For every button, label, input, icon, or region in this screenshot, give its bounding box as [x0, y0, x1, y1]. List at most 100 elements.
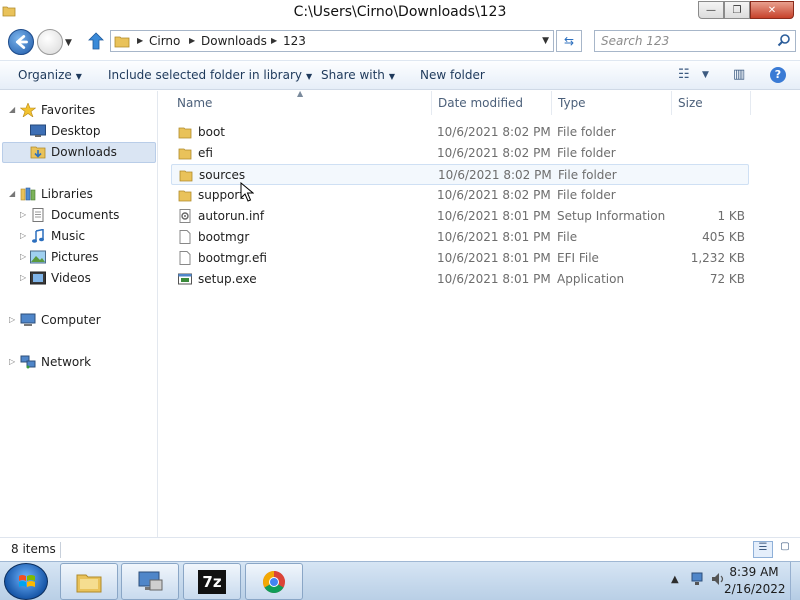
breadcrumb-separator[interactable]: ▶	[189, 36, 195, 45]
search-input[interactable]: Search 123	[594, 30, 796, 52]
column-divider[interactable]	[551, 91, 552, 115]
details-view-button[interactable]: ☰	[753, 541, 773, 558]
sidebar-item-downloads[interactable]: Downloads	[30, 142, 117, 162]
sidebar-item-music[interactable]: Music	[30, 226, 85, 246]
expand-icon[interactable]: ▷	[20, 231, 26, 240]
column-header-date[interactable]: Date modified	[438, 96, 523, 110]
new-folder-button[interactable]: New folder	[420, 68, 485, 82]
favorites-label: Favorites	[41, 103, 96, 117]
column-divider[interactable]	[431, 91, 432, 115]
navigation-pane: ◢ Favorites Desktop Downloads ◢ Librarie…	[0, 91, 158, 537]
network-tray-icon[interactable]	[690, 571, 706, 587]
column-header-size[interactable]: Size	[678, 96, 703, 110]
sidebar-item-desktop[interactable]: Desktop	[30, 121, 101, 141]
column-divider[interactable]	[671, 91, 672, 115]
file-name: bootmgr	[198, 230, 250, 244]
taskbar-explorer[interactable]	[60, 563, 118, 600]
file-date-modified: 10/6/2021 8:02 PM	[437, 125, 551, 139]
collapse-icon[interactable]: ◢	[9, 105, 15, 114]
minimize-button[interactable]: —	[698, 1, 724, 19]
sidebar-item-documents[interactable]: Documents	[30, 205, 119, 225]
column-header-name[interactable]: Name	[177, 96, 212, 110]
organize-button[interactable]: Organize ▼	[18, 68, 82, 82]
sidebar-item-computer[interactable]: Computer	[20, 310, 101, 330]
breadcrumb-cirno[interactable]: Cirno	[149, 34, 180, 48]
libraries-icon	[20, 187, 36, 201]
clock-date[interactable]: 2/16/2022	[724, 582, 786, 596]
videos-label: Videos	[51, 271, 91, 285]
maximize-button[interactable]: ❐	[724, 1, 750, 19]
address-dropdown[interactable]: ▼	[542, 36, 549, 46]
folder-icon	[178, 127, 192, 139]
show-hidden-icons[interactable]: ▲	[671, 574, 679, 585]
expand-icon[interactable]: ▷	[9, 357, 15, 366]
search-placeholder: Search 123	[601, 34, 670, 48]
breadcrumb-123[interactable]: 123	[283, 34, 306, 48]
file-row[interactable]: autorun.inf 10/6/2021 8:01 PM Setup Inform…	[171, 206, 749, 227]
start-button[interactable]	[4, 563, 48, 600]
file-row[interactable]: boot 10/6/2021 8:02 PM File folder	[171, 122, 749, 143]
taskbar-chrome[interactable]	[245, 563, 303, 600]
taskbar-7zip[interactable]: 7z	[183, 563, 241, 600]
sidebar-item-favorites[interactable]: Favorites	[20, 100, 95, 120]
file-row[interactable]: support 10/6/2021 8:02 PM File folder	[171, 185, 749, 206]
taskbar-remote-desktop[interactable]	[121, 563, 179, 600]
folder-icon	[114, 36, 130, 48]
address-bar[interactable]: ▶ Cirno ▶ Downloads ▶ 123 ▼	[110, 30, 554, 52]
forward-button[interactable]	[37, 29, 63, 55]
file-name: boot	[198, 125, 226, 139]
music-label: Music	[51, 229, 86, 243]
expand-icon[interactable]: ▷	[9, 315, 15, 324]
explorer-folder-icon	[76, 574, 102, 593]
expand-icon[interactable]: ▷	[20, 273, 26, 282]
file-date-modified: 10/6/2021 8:02 PM	[438, 168, 552, 182]
breadcrumb-downloads[interactable]: Downloads	[201, 34, 267, 48]
file-row[interactable]: setup.exe 10/6/2021 8:01 PM Application 72 …	[171, 269, 749, 290]
refresh-button[interactable]: ⇆	[556, 30, 582, 52]
up-arrow-icon[interactable]	[87, 31, 105, 51]
chevron-down-icon: ▼	[75, 72, 82, 81]
share-with-button[interactable]: Share with ▼	[321, 68, 395, 82]
recent-pages-dropdown[interactable]: ▼	[65, 38, 72, 48]
file-type: EFI File	[557, 251, 599, 265]
collapse-icon[interactable]: ◢	[9, 189, 15, 198]
breadcrumb-separator[interactable]: ▶	[137, 36, 143, 45]
expand-icon[interactable]: ▷	[20, 252, 26, 261]
folder-icon	[178, 190, 192, 202]
close-button[interactable]: ✕	[750, 1, 794, 19]
sevenzip-icon: 7z	[198, 570, 226, 594]
large-icons-view-button[interactable]: ▢	[776, 541, 794, 558]
file-row[interactable]: bootmgr.efi 10/6/2021 8:01 PM EFI File 1,23…	[171, 248, 749, 269]
sidebar-item-libraries[interactable]: Libraries	[20, 184, 93, 204]
back-arrow-icon	[15, 35, 28, 49]
clock-time[interactable]: 8:39 AM	[724, 565, 784, 579]
file-row[interactable]: efi 10/6/2021 8:02 PM File folder	[171, 143, 749, 164]
chevron-down-icon[interactable]: ▼	[702, 70, 709, 80]
include-in-library-button[interactable]: Include selected folder in library ▼	[108, 68, 312, 82]
file-date-modified: 10/6/2021 8:01 PM	[437, 251, 551, 265]
search-icon[interactable]	[777, 33, 791, 47]
file-row[interactable]: bootmgr 10/6/2021 8:01 PM File 405 KB	[171, 227, 749, 248]
sort-ascending-icon: ▲	[297, 89, 304, 98]
column-header-type[interactable]: Type	[558, 96, 586, 110]
file-row[interactable]: sources 10/6/2021 8:02 PM File folder	[171, 164, 749, 185]
file-type: File	[557, 230, 578, 244]
view-options-icon[interactable]: ☷	[678, 67, 690, 82]
sidebar-item-videos[interactable]: Videos	[30, 268, 91, 288]
show-desktop-button[interactable]	[790, 562, 800, 600]
expand-icon[interactable]: ▷	[20, 210, 26, 219]
help-icon[interactable]: ?	[770, 67, 786, 83]
blank-file-icon	[179, 251, 191, 265]
windows-logo-icon	[19, 575, 35, 587]
file-name: autorun.inf	[198, 209, 265, 223]
chrome-icon	[263, 571, 285, 593]
breadcrumb-separator[interactable]: ▶	[271, 36, 277, 45]
preview-pane-icon[interactable]: ▥	[733, 67, 745, 82]
sidebar-item-network[interactable]: Network	[20, 352, 91, 372]
back-button[interactable]	[8, 29, 34, 55]
chevron-down-icon: ▼	[388, 72, 396, 81]
file-name: support	[198, 188, 245, 202]
column-divider[interactable]	[750, 91, 751, 115]
share-label: Share with	[321, 68, 385, 82]
sidebar-item-pictures[interactable]: Pictures	[30, 247, 99, 267]
